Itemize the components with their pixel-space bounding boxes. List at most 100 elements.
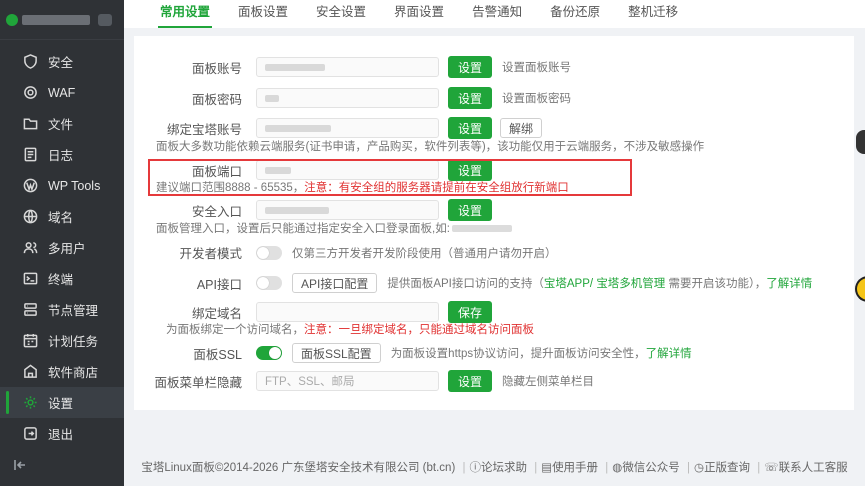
shield-icon [22, 54, 38, 70]
panel-password-input[interactable] [256, 88, 439, 108]
api-hint: 提供面板API接口访问的支持（宝塔APP/ 宝塔多机管理 需要开启该功能），了解… [387, 275, 812, 291]
api-toggle[interactable] [256, 276, 282, 290]
row-security-entry: 安全入口 设置 [134, 199, 493, 221]
settings-tab[interactable]: 界面设置 [380, 1, 458, 28]
sidebar-item-label: 终端 [48, 273, 74, 287]
label: API接口 [196, 277, 242, 292]
terminal-icon [22, 271, 38, 287]
floating-avatar-icon[interactable] [856, 130, 865, 154]
set-bt-account-button[interactable]: 设置 [448, 117, 493, 139]
highlight-box [148, 159, 632, 196]
bind-domain-input[interactable] [256, 302, 439, 322]
sidebar-item[interactable]: 文件 [0, 108, 124, 139]
sidebar-item[interactable]: 域名 [0, 201, 124, 232]
entry-url-redacted [451, 225, 512, 232]
footer-link-forum[interactable]: ⓘ论坛求助 [469, 459, 527, 475]
api-hint-text: 提供面板API接口访问的支持（ [387, 278, 544, 290]
save-domain-button[interactable]: 保存 [448, 301, 493, 323]
copyright: 宝塔Linux面板©2014-2026 广东堡塔安全技术有限公司 (bt.cn) [141, 462, 456, 474]
ssl-more-link[interactable]: 了解详情 [646, 348, 692, 360]
sidebar-item-label: 文件 [48, 118, 74, 132]
badge-icon[interactable] [98, 13, 112, 26]
unbind-button[interactable]: 解绑 [500, 118, 543, 138]
row-bt-account: 绑定宝塔账号 设置 解绑 [134, 117, 543, 139]
label: 绑定域名 [191, 306, 242, 321]
row-menu-hide: 面板菜单栏隐藏 FTP、SSL、邮局 设置 隐藏左侧菜单栏目 [134, 370, 594, 392]
row-panel-account: 面板账号 设置 设置面板账号 [134, 56, 571, 78]
sidebar-item[interactable]: 计划任务 [0, 325, 124, 356]
footer-link-wechat[interactable]: ◍微信公众号 [612, 459, 680, 475]
bt-multi-link[interactable]: 宝塔多机管理 [596, 278, 665, 290]
sidebar-item-label: 安全 [48, 56, 74, 70]
ssl-config-button[interactable]: 面板SSL配置 [292, 343, 381, 363]
set-entry-button[interactable]: 设置 [448, 199, 493, 221]
sidebar-item-label: 设置 [48, 397, 74, 411]
sidebar-item[interactable]: 设置 [0, 387, 124, 418]
link-label: 正版查询 [704, 462, 751, 474]
folder-icon [22, 116, 38, 132]
users-icon [22, 240, 38, 256]
sidebar-item[interactable]: WP Tools [0, 170, 124, 201]
dev-mode-toggle[interactable] [256, 245, 282, 260]
sidebar-item[interactable]: 退出 [0, 418, 124, 449]
entry-description-text: 面板管理入口，设置后只能通过指定安全入口登录面板,如: [156, 223, 450, 235]
label: 开发者模式 [179, 247, 242, 261]
row-panel-ssl: 面板SSL 面板SSL配置 为面板设置https协议访问，提升面板访问安全性，了… [134, 343, 692, 363]
set-menu-hide-button[interactable]: 设置 [448, 370, 493, 392]
sidebar-item[interactable]: WAF [0, 77, 124, 108]
footer-link-manual[interactable]: ▤使用手册 [541, 459, 598, 475]
entry-description: 面板管理入口，设置后只能通过指定安全入口登录面板,如: [156, 220, 512, 236]
sidebar-item-label: WP Tools [48, 178, 101, 193]
api-config-button[interactable]: API接口配置 [292, 273, 378, 293]
bt-account-input[interactable] [256, 118, 439, 138]
settings-tab[interactable]: 备份还原 [536, 1, 614, 28]
separator: / [589, 278, 594, 290]
ssl-hint-text: 为面板设置https协议访问，提升面板访问安全性， [390, 348, 646, 360]
sidebar-item[interactable]: 终端 [0, 263, 124, 294]
link-label: 论坛求助 [480, 462, 527, 474]
sidebar-item-label: 退出 [48, 428, 74, 442]
footer-link-verify[interactable]: ◷正版查询 [694, 459, 750, 475]
sidebar-item-label: WAF [48, 85, 76, 100]
settings-tab[interactable]: 常用设置 [146, 1, 224, 28]
sidebar-item-label: 多用户 [48, 242, 86, 256]
logo-icon [6, 13, 18, 26]
settings-tabs: 常用设置 面板设置 安全设置 界面设置 告警通知 备份还原 整机迁移 [124, 0, 865, 28]
sidebar-header [0, 0, 124, 40]
label: 安全入口 [191, 204, 242, 219]
set-account-button[interactable]: 设置 [448, 56, 493, 78]
logout-icon [22, 426, 38, 442]
link-label: 微信公众号 [622, 462, 680, 474]
bt-account-description: 面板大多数功能依赖云端服务(证书申请，产品购买，软件列表等)，该功能仅用于云端服… [156, 141, 705, 153]
hint: 隐藏左侧菜单栏目 [502, 376, 595, 388]
bt-app-link[interactable]: 宝塔APP [544, 278, 590, 290]
hint: 设置面板密码 [502, 93, 572, 105]
sidebar-item[interactable]: 多用户 [0, 232, 124, 263]
settings-card: 面板账号 设置 设置面板账号 面板密码 设置 设置面板密码 绑定宝塔账号 设置 … [134, 36, 854, 410]
main-content: 常用设置 面板设置 安全设置 界面设置 告警通知 备份还原 整机迁移 面板账号 设置 设置面… [124, 0, 865, 486]
globe-icon [22, 209, 38, 225]
settings-tab[interactable]: 告警通知 [458, 1, 536, 28]
footer-link-support[interactable]: ☏联系人工客服 [764, 459, 847, 475]
security-entry-input[interactable] [256, 200, 439, 220]
ssl-toggle[interactable] [256, 346, 282, 360]
sidebar-item[interactable]: 安全 [0, 46, 124, 77]
domain-warning: 注意：一旦绑定域名，只能通过域名访问面板 [304, 324, 534, 336]
gear-icon [22, 395, 38, 411]
settings-tab[interactable]: 整机迁移 [614, 1, 692, 28]
menu-hide-select[interactable]: FTP、SSL、邮局 [256, 371, 439, 391]
settings-tab[interactable]: 安全设置 [302, 1, 380, 28]
schedule-icon [22, 333, 38, 349]
sidebar-item[interactable]: 软件商店 [0, 356, 124, 387]
sidebar-item-label: 软件商店 [48, 366, 99, 380]
label: 面板账号 [191, 61, 242, 76]
log-icon [22, 147, 38, 163]
collapse-icon[interactable] [14, 459, 26, 474]
sidebar-item[interactable]: 日志 [0, 139, 124, 170]
api-more-link[interactable]: 了解详情 [766, 278, 812, 290]
set-password-button[interactable]: 设置 [448, 87, 493, 109]
settings-tab[interactable]: 面板设置 [224, 1, 302, 28]
sidebar-item-label: 计划任务 [48, 335, 99, 349]
panel-account-input[interactable] [256, 57, 439, 77]
sidebar-item[interactable]: 节点管理 [0, 294, 124, 325]
